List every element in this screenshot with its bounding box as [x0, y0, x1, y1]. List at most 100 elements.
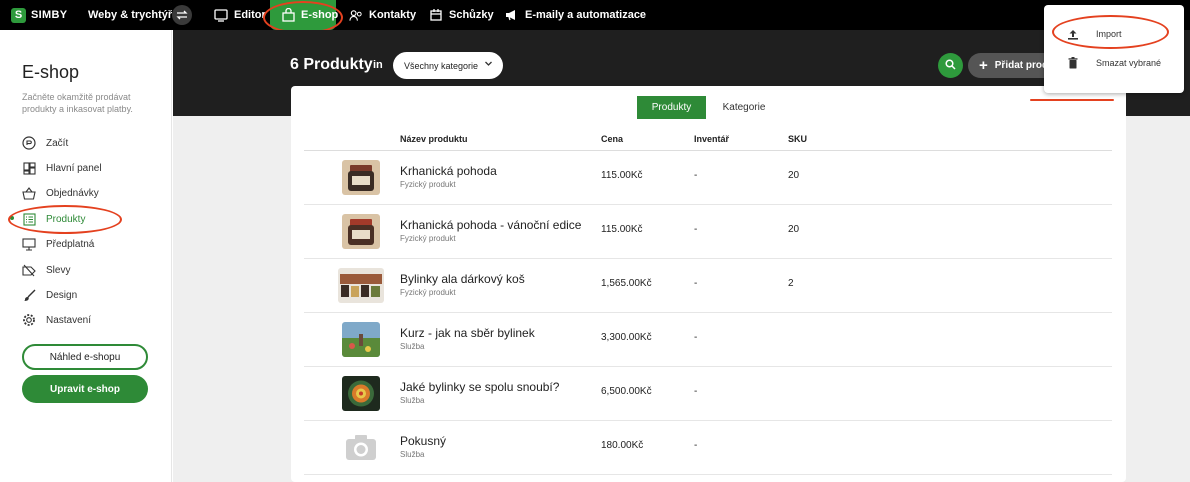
product-thumbnail: [342, 322, 380, 357]
table-row[interactable]: Pokusný Služba 180.00Kč -: [304, 421, 1112, 475]
sidebar-title: E-shop: [22, 62, 80, 82]
product-inventory: -: [694, 224, 698, 235]
import-label: Import: [1096, 29, 1122, 39]
upload-icon: [1067, 28, 1079, 40]
table-row[interactable]: Kurz - jak na sběr bylinek Služba 3,300.…: [304, 313, 1112, 367]
import-menu-item[interactable]: Import: [1067, 26, 1122, 42]
logo-mark: S: [11, 7, 26, 23]
product-type: Služba: [400, 396, 425, 405]
sidebar-subtitle: Začněte okamžitě prodávat produkty a ink…: [22, 92, 133, 114]
site-name: Weby & trychtýře: [88, 9, 179, 21]
preview-eshop-button[interactable]: Náhled e-shopu: [22, 344, 148, 370]
in-label: in: [373, 59, 383, 71]
product-inventory: -: [694, 332, 698, 343]
table-row[interactable]: Krhanická pohoda - vánoční edice Fyzický…: [304, 205, 1112, 259]
product-price: 180.00Kč: [601, 440, 644, 451]
calendar-icon: [429, 8, 443, 22]
product-type: Služba: [400, 342, 425, 351]
sidebar-item-label: Produkty: [46, 213, 86, 225]
nav-meetings-label: Schůzky: [449, 9, 494, 21]
table-row[interactable]: Krhanická pohoda Fyzický produkt 115.00K…: [304, 151, 1112, 205]
logo-text: SIMBY: [31, 9, 68, 21]
dashboard-icon: [22, 161, 36, 175]
camera-icon: [342, 430, 380, 465]
more-actions-dropdown: [1044, 5, 1184, 93]
nav-eshop[interactable]: E-shop: [281, 0, 338, 30]
logo[interactable]: S SIMBY: [11, 7, 68, 23]
delete-selected-label: Smazat vybrané: [1096, 58, 1162, 68]
tab-products[interactable]: Produkty: [637, 96, 706, 119]
sidebar-item-label: Nastavení: [46, 314, 92, 326]
product-name: Krhanická pohoda - vánoční edice: [400, 218, 582, 232]
table-row[interactable]: Bylinky ala dárkový koš Fyzický produkt …: [304, 259, 1112, 313]
sidebar-item-label: Slevy: [46, 264, 71, 276]
active-indicator: [10, 216, 14, 220]
product-inventory: -: [694, 386, 698, 397]
product-type: Fyzický produkt: [400, 234, 456, 243]
product-name: Kurz - jak na sběr bylinek: [400, 326, 535, 340]
product-sku: 2: [788, 278, 794, 289]
site-switcher[interactable]: Weby & trychtýře: [88, 0, 178, 30]
column-header-price[interactable]: Cena: [601, 134, 623, 144]
contacts-icon: [349, 8, 363, 22]
chevron-down-icon: [484, 59, 493, 70]
column-header-sku[interactable]: SKU: [788, 134, 807, 144]
sidebar-item-label: Objednávky: [46, 187, 99, 199]
nav-emails-label: E-maily a automatizace: [525, 9, 647, 21]
start-icon: [22, 136, 36, 150]
product-sku: 20: [788, 170, 800, 181]
product-price: 1,565.00Kč: [601, 278, 652, 289]
category-select[interactable]: Všechny kategorie: [393, 52, 503, 79]
shopping-bag-icon: [281, 8, 295, 22]
search-button[interactable]: [938, 53, 963, 78]
nav-editor-label: Editor: [234, 9, 266, 21]
sidebar-item-label: Předplatná: [46, 238, 95, 250]
sidebar-item-dashboard[interactable]: Hlavní panel: [22, 159, 102, 177]
product-name: Pokusný: [400, 434, 447, 448]
sidebar-item-subscriptions[interactable]: Předplatná: [22, 235, 94, 253]
product-type: Fyzický produkt: [400, 288, 456, 297]
sidebar-item-products[interactable]: Produkty: [22, 210, 85, 228]
sidebar-item-label: Začít: [46, 137, 69, 149]
sidebar-item-start[interactable]: Začít: [22, 134, 68, 152]
product-price: 3,300.00Kč: [601, 332, 652, 343]
product-name: Bylinky ala dárkový koš: [400, 272, 525, 286]
megaphone-icon: [505, 8, 519, 22]
subscription-icon: [22, 237, 36, 251]
product-type: Fyzický produkt: [400, 180, 456, 189]
product-inventory: -: [694, 278, 698, 289]
table-row[interactable]: Jaké bylinky se spolu snoubí? Služba 6,5…: [304, 367, 1112, 421]
edit-eshop-button[interactable]: Upravit e-shop: [22, 375, 148, 403]
column-header-name[interactable]: Název produktu: [400, 134, 468, 144]
product-name: Jaké bylinky se spolu snoubí?: [400, 380, 560, 394]
product-name: Krhanická pohoda: [400, 164, 497, 178]
search-icon: [945, 57, 956, 75]
nav-editor[interactable]: Editor: [214, 0, 266, 30]
product-type: Služba: [400, 450, 425, 459]
top-navigation-bar: S SIMBY Weby & trychtýře Editor E-shop K…: [0, 0, 1190, 30]
product-thumbnail: [338, 268, 384, 303]
nav-emails[interactable]: E-maily a automatizace: [505, 0, 646, 30]
tab-categories[interactable]: Kategorie: [716, 96, 772, 119]
sidebar-item-orders[interactable]: Objednávky: [22, 184, 99, 202]
sidebar-item-settings[interactable]: Nastavení: [22, 311, 91, 329]
product-price: 6,500.00Kč: [601, 386, 652, 397]
product-sku: 20: [788, 224, 800, 235]
annotation-underline: [1030, 99, 1114, 101]
page-title: 6 Produkty: [290, 56, 373, 73]
nav-eshop-label: E-shop: [301, 9, 339, 21]
product-thumbnail: [342, 214, 380, 249]
trash-icon: [1067, 57, 1079, 69]
editor-icon: [214, 8, 228, 22]
sidebar-item-design[interactable]: Design: [22, 286, 77, 304]
nav-contacts[interactable]: Kontakty: [349, 0, 416, 30]
list-icon: [22, 212, 36, 226]
plus-icon: +: [979, 57, 988, 74]
sidebar-item-label: Design: [46, 289, 78, 301]
column-header-inventory[interactable]: Inventář: [694, 134, 729, 144]
sidebar-item-discounts[interactable]: Slevy: [22, 261, 70, 279]
nav-meetings[interactable]: Schůzky: [429, 0, 494, 30]
delete-selected-menu-item[interactable]: Smazat vybrané: [1067, 55, 1161, 71]
product-price: 115.00Kč: [601, 224, 643, 235]
swap-icon[interactable]: [172, 5, 192, 25]
